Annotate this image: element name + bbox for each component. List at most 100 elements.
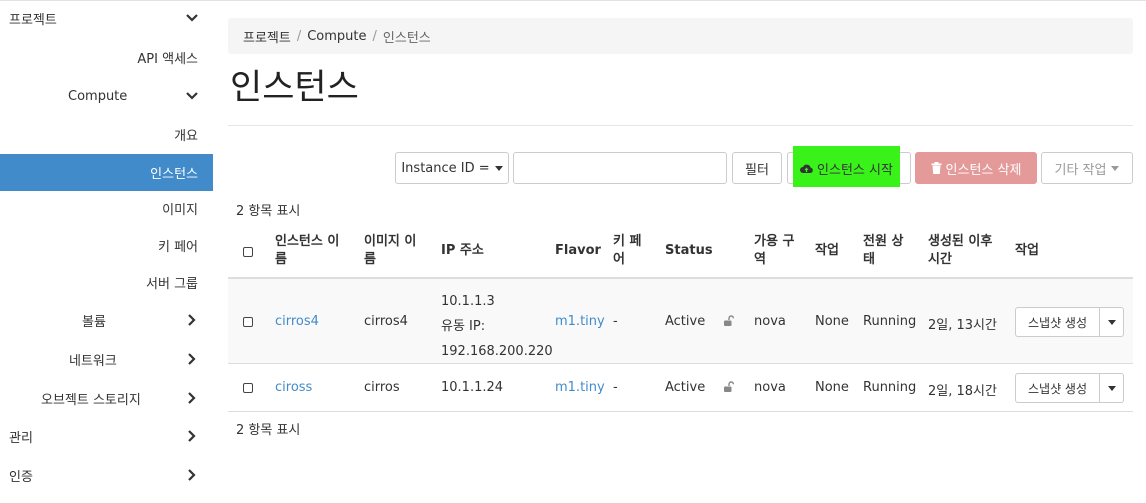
sidebar-item-label: 키 페어 (157, 240, 198, 255)
sidebar-item-key-pairs[interactable]: 키 페어 (0, 228, 213, 263)
age: 2일, 18시간 (928, 384, 997, 399)
row-actions-group: 스냅샷 생성 (1015, 373, 1124, 403)
sidebar-item-label: 프로젝트 (9, 13, 57, 28)
chevron-right-icon (188, 469, 196, 481)
select-all-checkbox[interactable] (243, 247, 253, 257)
lock-icon[interactable] (723, 315, 735, 327)
row-checkbox[interactable] (243, 317, 253, 327)
column-header-age[interactable]: 생성된 이후 시간 (928, 233, 992, 269)
chevron-down-icon (186, 92, 198, 100)
row-actions-toggle[interactable] (1100, 373, 1124, 403)
sidebar-item-api-access[interactable]: API 액세스 (0, 40, 213, 75)
sidebar-item-volumes[interactable]: 볼륨 (0, 303, 213, 338)
sidebar-item-compute[interactable]: Compute (0, 79, 213, 114)
breadcrumb-item-project[interactable]: 프로젝트 (243, 27, 291, 46)
column-header-az[interactable]: 가용 구역 (754, 233, 794, 269)
table-row: ciross cirros 10.1.1.24 m1.tiny - Active… (228, 364, 1133, 412)
breadcrumb-item-compute[interactable]: Compute (307, 29, 366, 44)
sidebar-item-label: 이미지 (162, 203, 198, 218)
row-checkbox[interactable] (243, 383, 253, 393)
more-actions-dropdown[interactable]: 기타 작업 (1041, 152, 1133, 184)
instance-name-link[interactable]: ciross (275, 380, 312, 395)
caret-down-icon (1111, 165, 1120, 171)
age: 2일, 13시간 (928, 318, 997, 333)
trash-icon (931, 162, 942, 174)
sidebar-item-label: 인스턴스 (150, 167, 198, 182)
create-snapshot-button[interactable]: 스냅샷 생성 (1015, 307, 1100, 337)
filter-input[interactable] (513, 152, 727, 184)
status-text: Active (665, 314, 706, 329)
breadcrumb: 프로젝트 / Compute / 인스턴스 (228, 18, 1133, 54)
breadcrumb-separator: / (372, 28, 377, 44)
image-name: cirros (364, 380, 400, 395)
filter-button-label: 필터 (745, 162, 769, 178)
chevron-right-icon (188, 430, 196, 442)
chevron-right-icon (188, 353, 196, 365)
sidebar-item-admin[interactable]: 관리 (0, 419, 213, 454)
flavor-link[interactable]: m1.tiny (555, 380, 605, 395)
sidebar-item-project[interactable]: 프로젝트 (0, 1, 213, 36)
column-header-keypair[interactable]: 키 페어 (613, 233, 641, 269)
sidebar-item-images[interactable]: 이미지 (0, 191, 213, 226)
ip-address: 10.1.1.3 유동 IP: 192.168.200.220 (441, 294, 553, 359)
divider (228, 125, 1133, 126)
sidebar-item-label: Compute (68, 89, 128, 104)
caret-down-icon (1107, 385, 1116, 391)
sidebar-item-instances[interactable]: 인스턴스 (0, 154, 213, 191)
breadcrumb-item-current: 인스턴스 (382, 30, 431, 46)
column-header-image[interactable]: 이미지 이름 (364, 233, 416, 269)
key-pair: - (613, 380, 618, 395)
item-count: 2 항목 표시 (236, 204, 301, 219)
availability-zone: nova (754, 314, 786, 329)
more-actions-label: 기타 작업 (1054, 162, 1107, 178)
chevron-right-icon (188, 314, 196, 326)
page-title: 인스턴스 (230, 68, 359, 108)
sidebar-item-label: 개요 (174, 129, 198, 144)
table-header: 인스턴스 이름 이미지 이름 IP 주소 Flavor 키 페어 Status … (228, 222, 1133, 279)
column-header-task[interactable]: 작업 (815, 242, 839, 260)
image-name: cirros4 (364, 314, 408, 329)
chevron-right-icon (188, 392, 196, 404)
cloud-upload-icon (800, 164, 813, 173)
create-snapshot-button[interactable]: 스냅샷 생성 (1015, 373, 1100, 403)
availability-zone: nova (754, 380, 786, 395)
status-text: Active (665, 380, 706, 395)
filter-field-label: Instance ID = (401, 160, 490, 176)
table-row: cirros4 cirros4 10.1.1.3 유동 IP: 192.168.… (228, 279, 1133, 364)
column-header-name[interactable]: 인스턴스 이름 (275, 233, 339, 269)
column-header-actions: 작업 (1015, 243, 1039, 258)
caret-down-icon (494, 165, 503, 171)
column-header-status[interactable]: Status (665, 242, 713, 260)
column-header-power[interactable]: 전원 상태 (863, 233, 903, 269)
sidebar-item-label: 네트워크 (69, 354, 117, 369)
sidebar-item-label: API 액세스 (137, 52, 198, 67)
sidebar-item-server-groups[interactable]: 서버 그룹 (0, 265, 213, 300)
instance-name-link[interactable]: cirros4 (275, 314, 319, 329)
column-header-flavor[interactable]: Flavor (555, 242, 601, 260)
sidebar-item-object-storage[interactable]: 오브젝트 스토리지 (0, 381, 213, 416)
sidebar-item-label: 관리 (9, 431, 33, 446)
task-state: None (815, 314, 849, 329)
chevron-down-icon (186, 14, 198, 22)
flavor-link[interactable]: m1.tiny (555, 314, 605, 329)
task-state: None (815, 380, 849, 395)
item-count-footer: 2 항목 표시 (236, 423, 301, 438)
power-state: Running (863, 380, 917, 395)
filter-field-dropdown[interactable]: Instance ID = (395, 152, 509, 184)
sidebar-item-overview[interactable]: 개요 (0, 117, 213, 152)
sidebar-item-network[interactable]: 네트워크 (0, 342, 213, 377)
sidebar-item-label: 오브젝트 스토리지 (41, 393, 141, 408)
sidebar-item-identity[interactable]: 인증 (0, 458, 213, 493)
filter-button[interactable]: 필터 (732, 152, 782, 184)
ip-address: 10.1.1.24 (441, 380, 504, 395)
column-header-ip[interactable]: IP 주소 (441, 242, 484, 260)
sidebar-item-label: 인증 (9, 470, 33, 485)
row-actions-group: 스냅샷 생성 (1015, 307, 1124, 337)
sidebar: 프로젝트 API 액세스 Compute 개요 인스턴스 이미지 키 페어 서버… (0, 0, 213, 503)
lock-icon[interactable] (723, 381, 735, 393)
delete-instances-label: 인스턴스 삭제 (945, 162, 1022, 178)
delete-instances-button[interactable]: 인스턴스 삭제 (915, 152, 1037, 184)
row-actions-toggle[interactable] (1100, 307, 1124, 337)
key-pair: - (613, 314, 618, 329)
launch-instance-label-wrap[interactable]: 인스턴스 시작 (793, 152, 900, 184)
